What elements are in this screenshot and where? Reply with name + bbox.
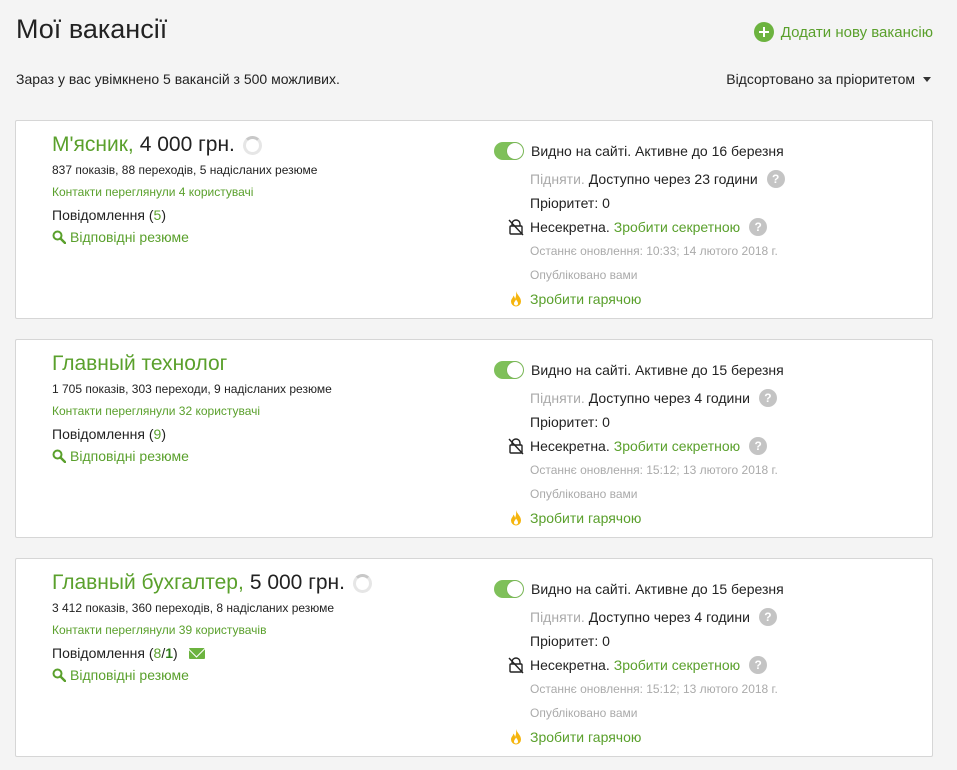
spinner-icon — [352, 573, 372, 593]
contacts-viewed-link[interactable]: Контакти переглянули 32 користувачі — [52, 404, 482, 418]
sort-dropdown[interactable]: Відсортовано за пріоритетом — [726, 71, 931, 87]
lift-availability: Доступно через 4 години — [588, 609, 750, 625]
priority-value: Пріоритет: 0 — [530, 195, 610, 211]
make-secret-link[interactable]: Зробити секретною — [614, 438, 740, 454]
lift-availability: Доступно через 23 години — [588, 171, 758, 187]
question-circle-icon[interactable]: ? — [758, 608, 777, 626]
plus-circle-icon — [753, 22, 774, 42]
vacancy-stats: 3 412 показів, 360 переходів, 8 надіслан… — [52, 601, 335, 615]
fire-icon — [511, 291, 521, 307]
matching-resumes-link[interactable]: Відповідні резюме — [52, 448, 482, 464]
published-by: Опубліковано вами — [530, 487, 638, 501]
spinner-icon — [242, 135, 262, 155]
vacancy-title: Главный бухгалтер, 5 000 грн. — [52, 569, 482, 597]
question-circle-icon[interactable]: ? — [766, 170, 785, 188]
last-update: Останнє оновлення: 10:33; 14 лютого 2018… — [530, 244, 778, 258]
secrecy-status: Несекретна. — [530, 438, 610, 454]
matching-resumes-label: Відповідні резюме — [70, 229, 189, 245]
vacancy-card: Главный технолог 1 705 показів, 303 пере… — [15, 339, 933, 538]
add-vacancy-label: Додати нову вакансію — [780, 23, 933, 41]
fire-icon — [511, 510, 521, 526]
visibility-status: Видно на сайті. Активне до 15 березня — [531, 581, 784, 597]
sort-label: Відсортовано за пріоритетом — [726, 71, 915, 87]
published-by: Опубліковано вами — [530, 268, 638, 282]
messages-new-count: 1 — [165, 645, 174, 661]
make-secret-link[interactable]: Зробити секретною — [614, 219, 740, 235]
lift-button[interactable]: Підняти. — [530, 171, 585, 187]
vacancy-name-link[interactable]: Главный бухгалтер, — [52, 569, 244, 597]
contacts-viewed-link[interactable]: Контакти переглянули 4 користувачі — [52, 185, 482, 199]
vacancy-title: Главный технолог — [52, 350, 482, 378]
messages-label: Повідомлення — [52, 645, 145, 661]
visibility-toggle[interactable] — [494, 142, 524, 160]
matching-resumes-label: Відповідні резюме — [70, 667, 189, 683]
search-icon — [52, 449, 66, 463]
vacancy-card: М'ясник, 4 000 грн. 837 показів, 88 пере… — [15, 120, 933, 319]
search-icon — [52, 230, 66, 244]
contacts-viewed-link[interactable]: Контакти переглянули 39 користувачів — [52, 623, 482, 637]
vacancy-name-link[interactable]: Главный технолог — [52, 350, 227, 378]
add-vacancy-button[interactable]: Додати нову вакансію — [753, 22, 933, 42]
page-title: Мої вакансії — [16, 14, 168, 44]
lift-availability: Доступно через 4 години — [588, 390, 750, 406]
envelope-icon — [188, 647, 205, 659]
published-by: Опубліковано вами — [530, 706, 638, 720]
messages-paren-close: ) — [161, 426, 167, 442]
messages-link[interactable]: Повідомлення (9) — [52, 426, 482, 442]
make-hot-link[interactable]: Зробити гарячою — [530, 291, 641, 307]
vacancy-salary: 5 000 грн. — [249, 571, 345, 594]
visibility-toggle[interactable] — [494, 361, 524, 379]
question-circle-icon[interactable]: ? — [749, 218, 768, 236]
messages-link[interactable]: Повідомлення (5) — [52, 207, 482, 223]
matching-resumes-label: Відповідні резюме — [70, 448, 189, 464]
vacancy-card: Главный бухгалтер, 5 000 грн. 3 412 пока… — [15, 558, 933, 757]
vacancy-name-link[interactable]: М'ясник, — [52, 131, 134, 159]
messages-paren-close: ) — [161, 207, 167, 223]
matching-resumes-link[interactable]: Відповідні резюме — [52, 667, 482, 683]
question-circle-icon[interactable]: ? — [749, 437, 768, 455]
lift-button[interactable]: Підняти. — [530, 609, 585, 625]
lock-crossed-icon — [508, 438, 524, 455]
make-hot-link[interactable]: Зробити гарячою — [530, 729, 641, 745]
vacancies-summary: Зараз у вас увімкнено 5 вакансій з 500 м… — [16, 71, 340, 87]
messages-link[interactable]: Повідомлення (8 / 1) — [52, 645, 482, 661]
matching-resumes-link[interactable]: Відповідні резюме — [52, 229, 482, 245]
search-icon — [52, 668, 66, 682]
lock-crossed-icon — [508, 219, 524, 236]
messages-label: Повідомлення — [52, 207, 145, 223]
secrecy-status: Несекретна. — [530, 219, 610, 235]
vacancy-stats: 837 показів, 88 переходів, 5 надісланих … — [52, 163, 318, 177]
messages-count: 8 — [153, 645, 162, 661]
lock-crossed-icon — [508, 657, 524, 674]
make-hot-link[interactable]: Зробити гарячою — [530, 510, 641, 526]
visibility-status: Видно на сайті. Активне до 16 березня — [531, 143, 784, 159]
lift-button[interactable]: Підняти. — [530, 390, 585, 406]
caret-down-icon — [923, 76, 931, 82]
messages-count: 9 — [153, 426, 162, 442]
priority-value: Пріоритет: 0 — [530, 633, 610, 649]
question-circle-icon[interactable]: ? — [758, 389, 777, 407]
last-update: Останнє оновлення: 15:12; 13 лютого 2018… — [530, 463, 778, 477]
messages-label: Повідомлення — [52, 426, 145, 442]
priority-value: Пріоритет: 0 — [530, 414, 610, 430]
visibility-toggle[interactable] — [494, 580, 524, 598]
vacancy-salary: 4 000 грн. — [139, 133, 235, 156]
vacancy-title: М'ясник, 4 000 грн. — [52, 131, 482, 159]
last-update: Останнє оновлення: 15:12; 13 лютого 2018… — [530, 682, 778, 696]
messages-paren-close: ) — [173, 645, 178, 661]
visibility-status: Видно на сайті. Активне до 15 березня — [531, 362, 784, 378]
question-circle-icon[interactable]: ? — [749, 656, 768, 674]
make-secret-link[interactable]: Зробити секретною — [614, 657, 740, 673]
messages-count: 5 — [153, 207, 162, 223]
secrecy-status: Несекретна. — [530, 657, 610, 673]
vacancy-stats: 1 705 показів, 303 переходи, 9 надіслани… — [52, 382, 332, 396]
fire-icon — [511, 729, 521, 745]
